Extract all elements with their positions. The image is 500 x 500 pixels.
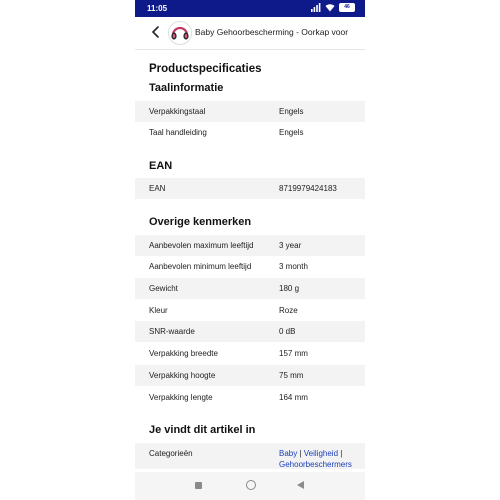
spec-row: Verpakking lengte 164 mm xyxy=(135,387,365,408)
spec-key: Aanbevolen maximum leeftijd xyxy=(149,241,254,250)
page-title: Baby Gehoorbescherming - Oorkap voor xyxy=(195,27,349,37)
section-heading-overige: Overige kenmerken xyxy=(149,216,252,228)
spec-key: Verpakking hoogte xyxy=(149,371,216,380)
product-thumbnail xyxy=(168,21,192,45)
spec-key: SNR-waarde xyxy=(149,327,195,336)
spec-value: 164 mm xyxy=(279,393,308,402)
category-links: Baby | Veiligheid | Gehoorbeschermers xyxy=(279,448,361,470)
spec-key: Gewicht xyxy=(149,284,178,293)
specs-heading: Productspecificaties xyxy=(149,63,262,75)
spec-key: Kleur xyxy=(149,306,168,315)
category-link-gehoorbeschermers[interactable]: Gehoorbeschermers xyxy=(279,460,352,469)
spec-value: 8719979424183 xyxy=(279,184,337,193)
arrow-left-icon[interactable] xyxy=(149,24,163,40)
app-bar: Baby Gehoorbescherming - Oorkap voor xyxy=(135,17,365,50)
spec-row: Kleur Roze xyxy=(135,300,365,321)
category-link-baby[interactable]: Baby xyxy=(279,449,297,458)
signal-icon xyxy=(311,3,321,12)
spec-value: Engels xyxy=(279,107,304,116)
battery-icon: 46 xyxy=(339,3,355,12)
spec-row: Taal handleiding Engels xyxy=(135,122,365,143)
section-heading-taalinformatie: Taalinformatie xyxy=(149,82,224,94)
spec-row: SNR-waarde 0 dB xyxy=(135,321,365,342)
spec-value: Engels xyxy=(279,128,304,137)
category-link-veiligheid[interactable]: Veiligheid xyxy=(304,449,338,458)
spec-value: 3 month xyxy=(279,262,308,271)
spec-value: 157 mm xyxy=(279,349,308,358)
spec-row: Gewicht 180 g xyxy=(135,278,365,299)
spec-row: Verpakking breedte 157 mm xyxy=(135,343,365,364)
spec-value: 0 dB xyxy=(279,327,296,336)
spec-key: Aanbevolen minimum leeftijd xyxy=(149,262,252,271)
category-separator: | xyxy=(299,449,302,458)
spec-row: Aanbevolen maximum leeftijd 3 year xyxy=(135,235,365,256)
status-bar: 11:05 46 xyxy=(135,0,365,17)
spec-row: Aanbevolen minimum leeftijd 3 month xyxy=(135,256,365,277)
spec-row: Verpakking hoogte 75 mm xyxy=(135,365,365,386)
spec-key: Categorieën xyxy=(149,449,193,458)
spec-value: 3 year xyxy=(279,241,302,250)
spec-key: EAN xyxy=(149,184,166,193)
status-icons: 46 xyxy=(311,3,355,12)
circle-icon[interactable] xyxy=(246,480,256,490)
category-separator: | xyxy=(340,449,343,458)
spec-value: 180 g xyxy=(279,284,300,293)
spec-value: 75 mm xyxy=(279,371,304,380)
section-heading-categories: Je vindt dit artikel in xyxy=(149,424,256,436)
spec-value: Roze xyxy=(279,306,298,315)
spec-key: Verpakking lengte xyxy=(149,393,213,402)
triangle-back-icon[interactable] xyxy=(297,481,304,489)
status-time: 11:05 xyxy=(147,4,168,13)
spec-row: Verpakkingstaal Engels xyxy=(135,101,365,122)
headphones-icon xyxy=(171,26,189,40)
section-heading-ean: EAN xyxy=(149,160,173,172)
square-icon[interactable] xyxy=(195,482,202,489)
system-nav-bar xyxy=(135,472,365,500)
spec-key: Verpakking breedte xyxy=(149,349,218,358)
phone-screen: 11:05 46 Baby Gehoorbescherming - Oorkap… xyxy=(135,0,365,500)
spec-row: EAN 8719979424183 xyxy=(135,178,365,199)
spec-key: Taal handleiding xyxy=(149,128,207,137)
spec-key: Verpakkingstaal xyxy=(149,107,206,116)
category-row: Categorieën Baby | Veiligheid | Gehoorbe… xyxy=(135,443,365,469)
wifi-icon xyxy=(325,4,335,12)
